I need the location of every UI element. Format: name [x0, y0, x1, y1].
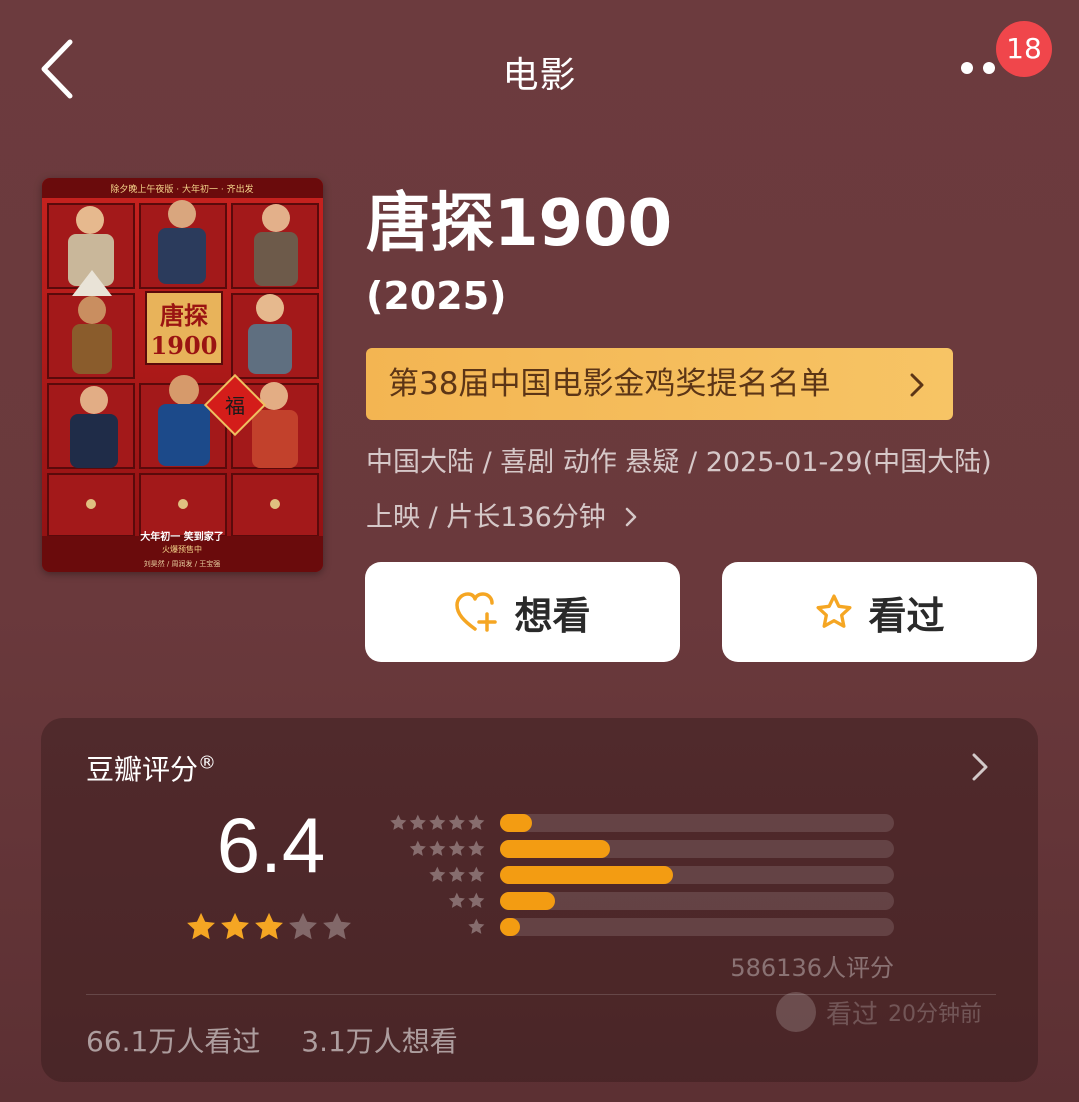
rating-bar-1-stars — [500, 918, 894, 936]
rating-row-4-stars — [388, 839, 486, 859]
rating-count: 586136人评分 — [730, 954, 894, 982]
rating-details-button[interactable] — [970, 752, 990, 786]
poster-artwork: 除夕晚上午夜版 · 大年初一 · 齐出发 唐探 1900 福 大年初一 笑到家了… — [42, 178, 323, 572]
registered-mark: ® — [198, 752, 217, 774]
rating-bar-fill — [500, 866, 673, 884]
watched-button[interactable]: 看过 — [722, 562, 1037, 662]
want-count: 3.1万人想看 — [301, 1025, 458, 1058]
star-outline-icon — [816, 594, 852, 628]
rating-score: 6.4 — [216, 801, 326, 889]
rating-bar-3-stars — [500, 866, 894, 884]
rating-bar-2-stars — [500, 892, 894, 910]
recent-activity: 看过 20分钟前 — [776, 992, 982, 1032]
watched-label: 看过 — [868, 593, 945, 638]
avatar — [776, 992, 816, 1032]
poster-sub-tagline: 火爆预售中 — [162, 544, 202, 554]
chevron-right-icon — [626, 507, 637, 527]
rating-row-1-stars — [388, 917, 486, 937]
activity-label: 看过 — [826, 999, 879, 1030]
rating-card-title: 豆瓣评分® — [86, 748, 216, 788]
poster-fu: 福 — [225, 394, 245, 418]
activity-time: 20分钟前 — [888, 1002, 983, 1027]
star-filled-icon — [187, 912, 215, 940]
score-stars — [184, 910, 354, 950]
poster-top-text: 除夕晚上午夜版 · 大年初一 · 齐出发 — [110, 183, 253, 195]
movie-year: (2025) — [366, 274, 507, 318]
rating-row-stars-icon — [448, 892, 485, 908]
want-to-watch-button[interactable]: 想看 — [365, 562, 680, 662]
watch-stats: 66.1万人看过 3.1万人想看 — [86, 1020, 490, 1060]
notification-badge[interactable]: 18 — [996, 21, 1052, 77]
star-empty-icon — [289, 912, 317, 940]
star-filled-icon — [221, 912, 249, 940]
poster-cast: 刘昊然 / 周润发 / 王宝强 — [144, 559, 221, 568]
movie-title: 唐探1900 — [366, 187, 673, 261]
more-options-button[interactable] — [955, 52, 1003, 82]
movie-meta-line2[interactable]: 上映 / 片长136分钟 — [366, 498, 638, 538]
poster-tagline: 大年初一 笑到家了 — [140, 530, 223, 543]
rating-row-stars-icon — [429, 866, 485, 882]
heart-plus-icon — [455, 592, 498, 632]
rating-row-stars-icon — [468, 918, 485, 934]
award-banner[interactable]: 第38届中国电影金鸡奖提名名单 — [366, 348, 953, 420]
movie-meta-line1: 中国大陆 / 喜剧 动作 悬疑 / 2025-01-29(中国大陆) — [366, 447, 992, 478]
chevron-right-icon — [972, 753, 988, 781]
star-filled-icon — [255, 912, 283, 940]
rating-row-3-stars — [388, 865, 486, 885]
star-empty-icon — [323, 912, 351, 940]
rating-row-stars-icon — [390, 814, 485, 830]
poster-logo-line1: 唐探 — [160, 301, 208, 330]
more-dots-icon — [961, 62, 973, 74]
page-title: 电影 — [502, 55, 577, 96]
rating-bar-fill — [500, 840, 610, 858]
rating-row-5-stars — [388, 813, 486, 833]
rating-bar-fill — [500, 918, 520, 936]
rating-row-stars-icon — [409, 840, 485, 856]
rating-card-title-text: 豆瓣评分 — [86, 753, 199, 786]
rating-bar-fill — [500, 892, 555, 910]
rating-row-2-stars — [388, 891, 486, 911]
want-to-watch-label: 想看 — [514, 593, 591, 638]
chevron-right-icon — [910, 373, 924, 397]
movie-poster[interactable]: 除夕晚上午夜版 · 大年初一 · 齐出发 唐探 1900 福 大年初一 笑到家了… — [42, 178, 323, 572]
rating-bar-fill — [500, 814, 532, 832]
rating-bar-5-stars — [500, 814, 894, 832]
movie-meta-line2-text: 上映 / 片长136分钟 — [366, 502, 606, 533]
watched-count: 66.1万人看过 — [86, 1025, 261, 1058]
poster-logo-line2: 1900 — [151, 331, 218, 360]
award-banner-label: 第38届中国电影金鸡奖提名名单 — [388, 366, 831, 402]
rating-bar-4-stars — [500, 840, 894, 858]
